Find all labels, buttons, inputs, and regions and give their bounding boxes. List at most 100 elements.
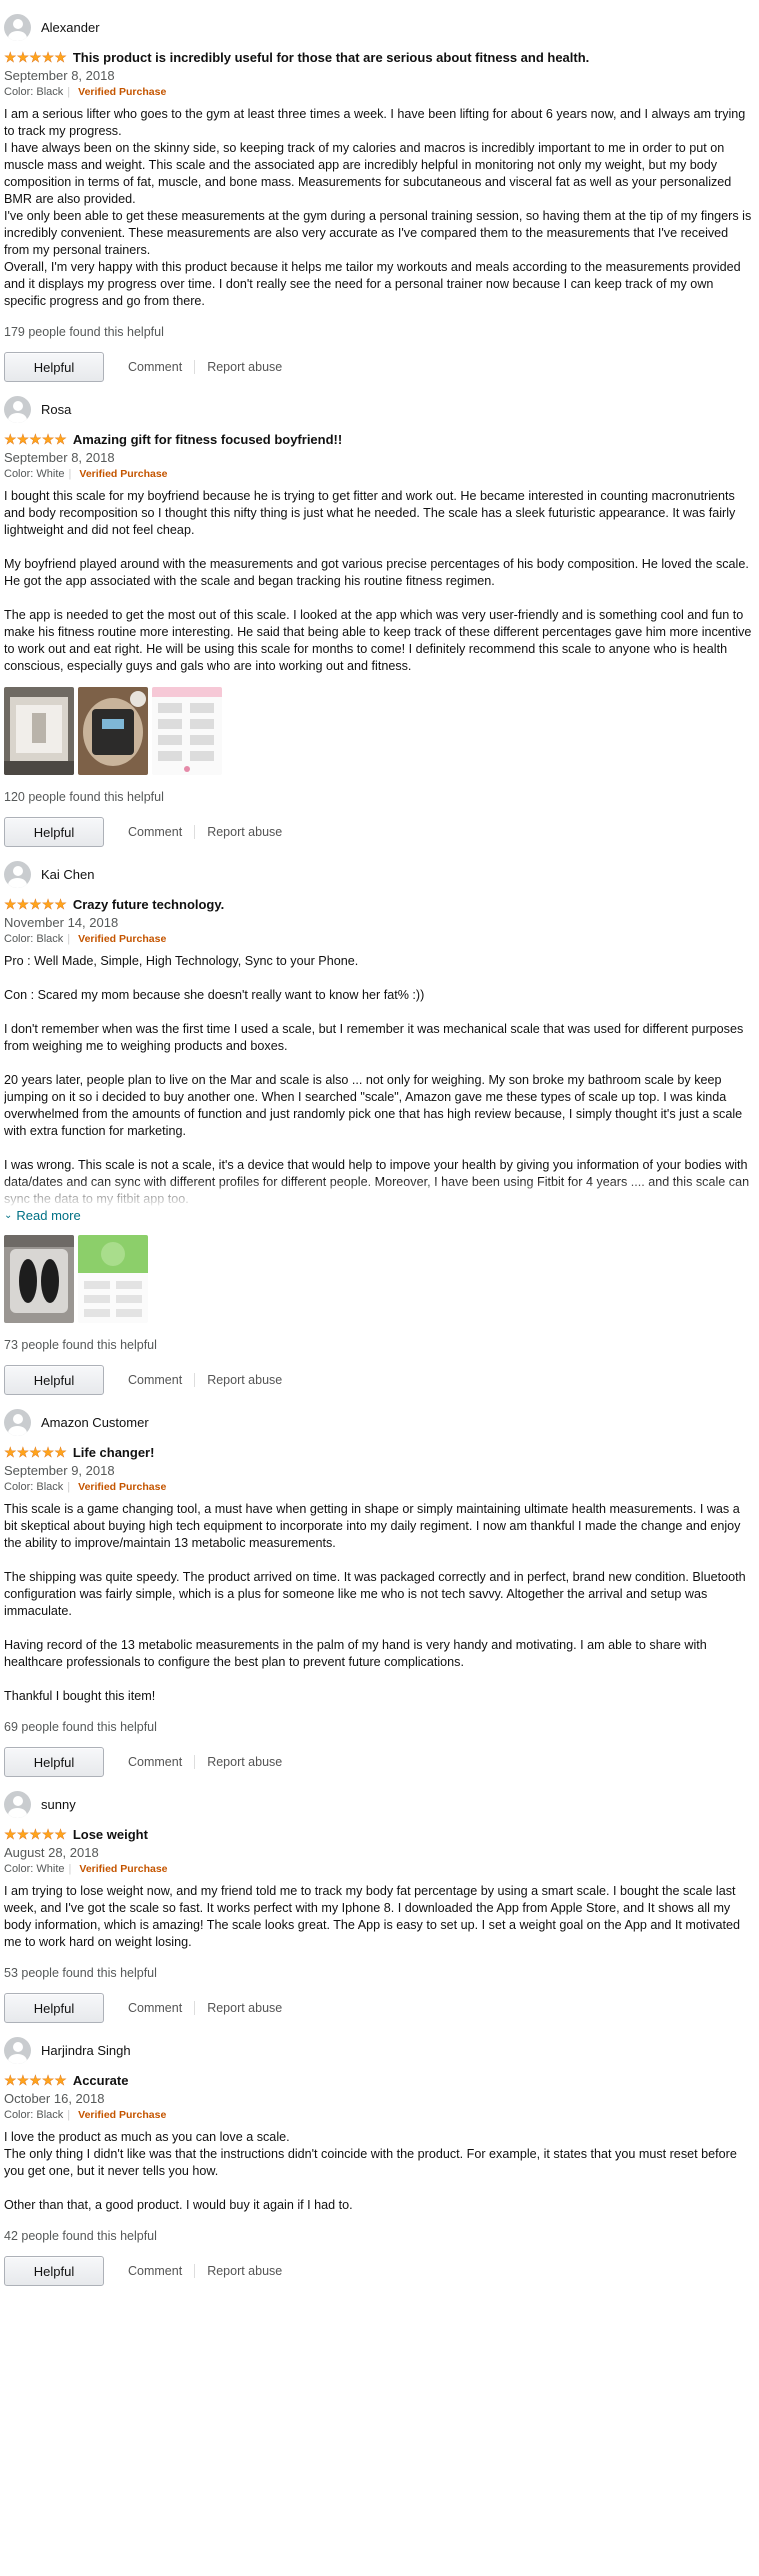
star-icon: ★ [29, 1826, 42, 1842]
report-abuse-link[interactable]: Report abuse [195, 2001, 294, 2015]
reviewer-name: Amazon Customer [41, 1414, 149, 1430]
review-images [4, 687, 755, 775]
star-rating[interactable]: ★ ★ ★ ★ ★ [4, 1445, 67, 1459]
product-color[interactable]: Color: Black [4, 933, 63, 945]
separator: | [67, 2109, 71, 2121]
star-rating[interactable]: ★ ★ ★ ★ ★ [4, 2073, 67, 2087]
star-rating[interactable]: ★ ★ ★ ★ ★ [4, 432, 67, 446]
comment-link[interactable]: Comment [116, 2264, 194, 2278]
avatar [4, 13, 31, 41]
helpful-count: 53 people found this helpful [4, 1966, 157, 1980]
star-rating[interactable]: ★ ★ ★ ★ ★ [4, 897, 67, 911]
review-date: September 8, 2018 [4, 68, 115, 83]
review-format: Color: Black | Verified Purchase [4, 931, 755, 947]
product-color[interactable]: Color: White [4, 468, 65, 480]
review-actions: Helpful Comment Report abuse [4, 2256, 755, 2286]
comment-link[interactable]: Comment [116, 1755, 194, 1769]
review-images [4, 1235, 755, 1323]
star-icon: ★ [54, 2072, 67, 2088]
helpful-button[interactable]: Helpful [4, 352, 104, 382]
review-image-app-screenshot[interactable] [152, 687, 222, 775]
product-color[interactable]: Color: Black [4, 1481, 63, 1493]
review-title[interactable]: Lose weight [73, 1827, 148, 1842]
star-icon: ★ [54, 49, 67, 65]
reviewer-profile[interactable]: Amazon Customer [4, 1395, 755, 1437]
review-title[interactable]: This product is incredibly useful for th… [73, 50, 589, 65]
star-rating[interactable]: ★ ★ ★ ★ ★ [4, 1827, 67, 1841]
report-abuse-link[interactable]: Report abuse [195, 360, 294, 374]
reviewer-profile[interactable]: Rosa [4, 382, 755, 424]
helpful-button[interactable]: Helpful [4, 2256, 104, 2286]
review-date: September 9, 2018 [4, 1463, 115, 1478]
product-color[interactable]: Color: White [4, 1863, 65, 1875]
helpful-button[interactable]: Helpful [4, 1747, 104, 1777]
report-abuse-link[interactable]: Report abuse [195, 1755, 294, 1769]
report-abuse-link[interactable]: Report abuse [195, 2264, 294, 2278]
review-format: Color: Black | Verified Purchase [4, 1479, 755, 1495]
reviewer-name: sunny [41, 1796, 76, 1812]
reviewer-profile[interactable]: Alexander [4, 0, 755, 42]
reviewer-profile[interactable]: Harjindra Singh [4, 2023, 755, 2065]
star-icon: ★ [16, 49, 30, 65]
reviewer-name: Harjindra Singh [41, 2042, 131, 2058]
product-color[interactable]: Color: Black [4, 2109, 63, 2121]
star-icon: ★ [16, 1444, 30, 1460]
chevron-down-icon: ⌄ [4, 1210, 13, 1221]
star-icon: ★ [4, 1444, 17, 1460]
helpful-button[interactable]: Helpful [4, 817, 104, 847]
avatar [4, 1790, 31, 1818]
review-text: I bought this scale for my boyfriend bec… [4, 489, 752, 673]
avatar [4, 1408, 31, 1436]
review-image-box-photo[interactable] [4, 687, 74, 775]
review-title[interactable]: Life changer! [73, 1445, 155, 1460]
star-icon: ★ [4, 1826, 17, 1842]
review-title[interactable]: Amazing gift for fitness focused boyfrie… [73, 432, 342, 447]
reviewer-profile[interactable]: Kai Chen [4, 847, 755, 889]
review-image-scale-photo[interactable] [78, 687, 148, 775]
helpful-button[interactable]: Helpful [4, 1993, 104, 2023]
review: Amazon Customer ★ ★ ★ ★ ★ Life changer! Sept… [4, 1395, 755, 1777]
review-format: Color: White | Verified Purchase [4, 1861, 755, 1877]
star-icon: ★ [29, 1444, 42, 1460]
comment-link[interactable]: Comment [116, 2001, 194, 2015]
comment-link[interactable]: Comment [116, 825, 194, 839]
separator: | [67, 86, 71, 98]
review-format: Color: White | Verified Purchase [4, 466, 755, 482]
reviewer-name: Rosa [41, 401, 72, 417]
review-image-feet-on-scale-photo[interactable] [4, 1235, 74, 1323]
review-image-app-screenshot-green[interactable] [78, 1235, 148, 1323]
star-icon: ★ [29, 431, 42, 447]
review-title-row: ★ ★ ★ ★ ★ Accurate [4, 2071, 755, 2089]
comment-link[interactable]: Comment [116, 360, 194, 374]
verified-purchase-badge: Verified Purchase [78, 2109, 167, 2121]
review-title[interactable]: Accurate [73, 2073, 129, 2088]
report-abuse-link[interactable]: Report abuse [195, 825, 294, 839]
review-date: November 14, 2018 [4, 915, 119, 930]
review-format: Color: Black | Verified Purchase [4, 2107, 755, 2123]
star-icon: ★ [41, 1826, 55, 1842]
star-icon: ★ [54, 431, 67, 447]
review-text: Pro : Well Made, Simple, High Technology… [4, 953, 755, 1208]
review-title-row: ★ ★ ★ ★ ★ This product is incredibly useful … [4, 48, 755, 66]
reviewer-profile[interactable]: sunny [4, 1777, 755, 1819]
report-abuse-link[interactable]: Report abuse [195, 1373, 294, 1387]
reviewer-name: Alexander [41, 19, 100, 35]
separator: | [67, 1481, 71, 1493]
helpful-count: 69 people found this helpful [4, 1720, 157, 1734]
comment-link[interactable]: Comment [116, 1373, 194, 1387]
helpful-button[interactable]: Helpful [4, 1365, 104, 1395]
review-date: September 8, 2018 [4, 450, 115, 465]
read-more-label: Read more [16, 1208, 81, 1223]
verified-purchase-badge: Verified Purchase [79, 1863, 168, 1875]
review: sunny ★ ★ ★ ★ ★ Lose weight August 28, 2018 … [4, 1777, 755, 2023]
review-title[interactable]: Crazy future technology. [73, 897, 224, 912]
read-more-link[interactable]: ⌄ Read more [4, 1208, 755, 1223]
product-color[interactable]: Color: Black [4, 86, 63, 98]
review-date: August 28, 2018 [4, 1845, 99, 1860]
star-icon: ★ [41, 1444, 55, 1460]
review-title-row: ★ ★ ★ ★ ★ Lose weight [4, 1825, 755, 1843]
review-text: I am a serious lifter who goes to the gy… [4, 107, 752, 308]
star-rating[interactable]: ★ ★ ★ ★ ★ [4, 50, 67, 64]
star-icon: ★ [41, 2072, 55, 2088]
avatar [4, 860, 31, 888]
